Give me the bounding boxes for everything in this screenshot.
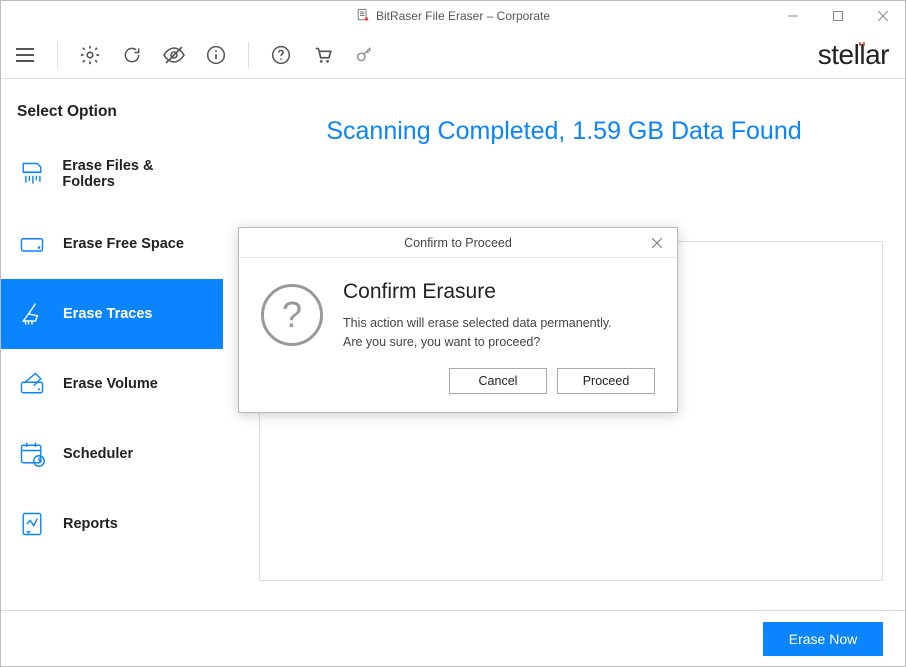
close-button[interactable] bbox=[860, 1, 905, 31]
toolbar-separator bbox=[57, 42, 58, 68]
refresh-icon bbox=[122, 45, 142, 65]
scheduler-icon bbox=[17, 439, 47, 469]
gear-icon bbox=[79, 44, 101, 66]
shredder-icon bbox=[17, 159, 46, 189]
confirm-dialog: Confirm to Proceed ? Confirm Erasure Thi… bbox=[238, 227, 678, 413]
dialog-close-button[interactable] bbox=[643, 228, 671, 257]
info-button[interactable] bbox=[202, 41, 230, 69]
volume-erase-icon bbox=[17, 369, 47, 399]
app-window: BitRaser File Eraser – Corporate bbox=[0, 0, 906, 667]
sidebar-item-erase-free-space[interactable]: Erase Free Space bbox=[1, 209, 223, 279]
maximize-button[interactable] bbox=[815, 1, 860, 31]
stellar-logo: stellar bbox=[818, 31, 889, 78]
eye-off-icon bbox=[162, 45, 186, 65]
help-icon bbox=[271, 45, 291, 65]
reports-icon bbox=[17, 509, 47, 539]
sidebar-item-reports[interactable]: Reports bbox=[1, 489, 223, 559]
key-button[interactable] bbox=[351, 41, 379, 69]
sidebar-item-label: Erase Volume bbox=[63, 376, 158, 392]
cart-button[interactable] bbox=[309, 41, 337, 69]
dialog-line1: This action will erase selected data per… bbox=[343, 316, 612, 330]
settings-button[interactable] bbox=[76, 41, 104, 69]
sidebar-item-label: Erase Free Space bbox=[63, 236, 184, 252]
sidebar-heading: Select Option bbox=[1, 97, 223, 139]
view-button[interactable] bbox=[160, 41, 188, 69]
bottom-bar: Erase Now bbox=[1, 610, 905, 666]
dialog-title: Confirm to Proceed bbox=[404, 236, 512, 250]
sidebar-item-erase-volume[interactable]: Erase Volume bbox=[1, 349, 223, 419]
sidebar-item-label: Erase Files & Folders bbox=[62, 158, 207, 190]
cart-icon bbox=[312, 44, 334, 66]
close-icon bbox=[652, 238, 662, 248]
app-icon bbox=[356, 8, 370, 25]
broom-icon bbox=[17, 299, 47, 329]
maximize-icon bbox=[833, 11, 843, 21]
dialog-titlebar: Confirm to Proceed bbox=[239, 228, 677, 258]
question-icon: ? bbox=[261, 284, 323, 346]
sidebar-item-label: Scheduler bbox=[63, 446, 133, 462]
sidebar-item-erase-files[interactable]: Erase Files & Folders bbox=[1, 139, 223, 209]
minimize-button[interactable] bbox=[770, 1, 815, 31]
refresh-button[interactable] bbox=[118, 41, 146, 69]
erase-now-button[interactable]: Erase Now bbox=[763, 622, 883, 656]
dialog-line2: Are you sure, you want to proceed? bbox=[343, 335, 540, 349]
proceed-button[interactable]: Proceed bbox=[557, 368, 655, 394]
info-icon bbox=[206, 45, 226, 65]
sidebar-item-label: Erase Traces bbox=[63, 306, 153, 322]
drive-icon bbox=[17, 229, 47, 259]
sidebar-item-erase-traces[interactable]: Erase Traces bbox=[1, 279, 223, 349]
titlebar: BitRaser File Eraser – Corporate bbox=[1, 1, 905, 31]
window-title: BitRaser File Eraser – Corporate bbox=[376, 9, 550, 23]
dialog-heading: Confirm Erasure bbox=[343, 280, 612, 304]
sidebar: Select Option Erase Files & Folders Eras… bbox=[1, 79, 223, 610]
sidebar-item-scheduler[interactable]: Scheduler bbox=[1, 419, 223, 489]
toolbar: stellar bbox=[1, 31, 905, 79]
help-button[interactable] bbox=[267, 41, 295, 69]
scan-status-text: Scanning Completed, 1.59 GB Data Found bbox=[245, 117, 883, 146]
hamburger-icon bbox=[14, 44, 36, 66]
sidebar-item-label: Reports bbox=[63, 516, 118, 532]
toolbar-separator bbox=[248, 42, 249, 68]
menu-button[interactable] bbox=[11, 41, 39, 69]
minimize-icon bbox=[788, 11, 798, 21]
cancel-button[interactable]: Cancel bbox=[449, 368, 547, 394]
dialog-text: Confirm Erasure This action will erase s… bbox=[343, 280, 612, 352]
key-icon bbox=[354, 44, 376, 66]
close-icon bbox=[878, 11, 888, 21]
